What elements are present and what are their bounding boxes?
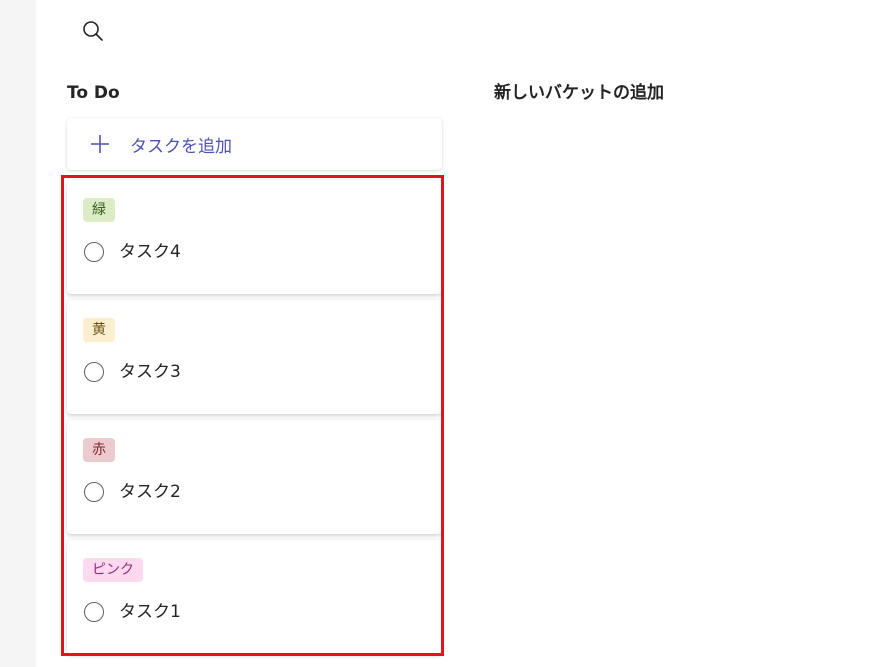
complete-checkbox[interactable] <box>84 602 104 622</box>
task-title: タスク4 <box>119 242 181 262</box>
task-card[interactable]: ピンク タスク1 <box>67 540 442 654</box>
plus-icon <box>89 133 111 155</box>
task-title: タスク3 <box>119 362 181 382</box>
add-task-label: タスクを追加 <box>130 136 232 157</box>
task-title: タスク1 <box>119 602 181 622</box>
search-icon <box>83 21 103 41</box>
left-rail <box>0 0 36 667</box>
task-card[interactable]: 緑 タスク4 <box>67 180 442 294</box>
task-label-tag: 黄 <box>83 318 115 342</box>
task-label-tag: ピンク <box>83 558 143 582</box>
task-title: タスク2 <box>119 482 181 502</box>
bucket-title[interactable]: To Do <box>67 82 120 104</box>
complete-checkbox[interactable] <box>84 482 104 502</box>
complete-checkbox[interactable] <box>84 242 104 262</box>
task-label-tag: 緑 <box>83 198 115 222</box>
add-new-bucket-button[interactable]: 新しいバケットの追加 <box>494 82 664 104</box>
task-label-tag: 赤 <box>83 438 115 462</box>
task-card[interactable]: 黄 タスク3 <box>67 300 442 414</box>
search-button[interactable] <box>78 16 108 46</box>
task-card[interactable]: 赤 タスク2 <box>67 420 442 534</box>
complete-checkbox[interactable] <box>84 362 104 382</box>
add-task-button[interactable]: タスクを追加 <box>67 118 442 170</box>
